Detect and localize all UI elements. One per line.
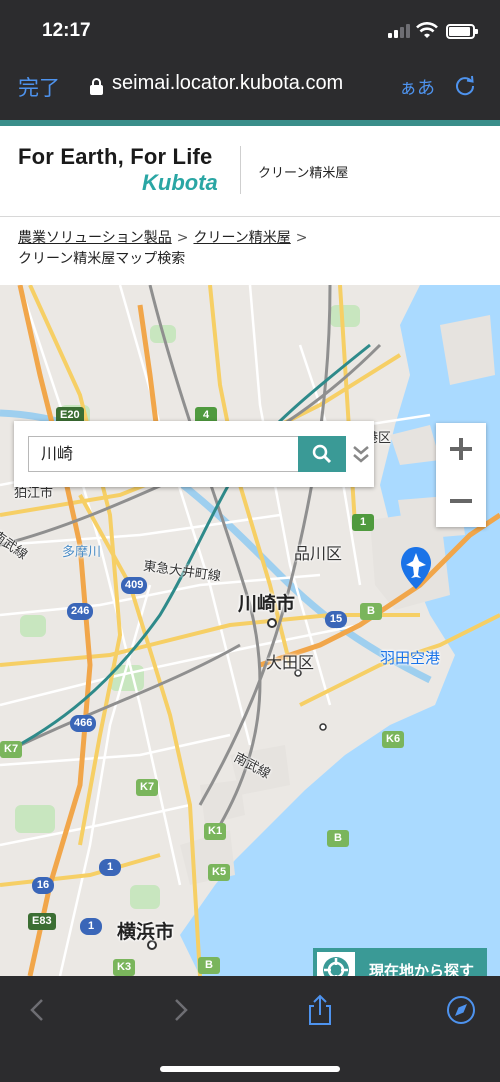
- zoom-controls: [436, 423, 486, 527]
- map-search-panel: 川崎: [14, 421, 374, 487]
- breadcrumb-separator: >: [295, 230, 308, 246]
- route-shield: K7: [0, 741, 23, 758]
- breadcrumb-current: クリーン精米屋マップ検索: [18, 251, 186, 267]
- share-icon[interactable]: [300, 994, 340, 1026]
- map-label-kawasaki: 川崎市: [238, 593, 296, 615]
- route-shield: 409: [121, 577, 148, 594]
- crosshair-icon: [323, 957, 349, 976]
- brand-slogan: For Earth, For Life: [18, 144, 213, 169]
- done-button[interactable]: 完了: [18, 72, 60, 102]
- url-text[interactable]: seimai.locator.kubota.com: [112, 72, 343, 95]
- compass-icon[interactable]: [441, 994, 481, 1026]
- search-input[interactable]: 川崎: [28, 436, 298, 472]
- status-time: 12:17: [42, 20, 91, 41]
- crosshair-icon-wrap: [317, 952, 355, 976]
- browser-address-bar: 完了 seimai.locator.kubota.com ぁあ: [0, 60, 500, 120]
- route-shield: K3: [113, 959, 136, 976]
- map-label-shinagawa: 品川区: [294, 544, 343, 563]
- route-shield: 466: [70, 715, 97, 732]
- route-shield: 1: [352, 514, 374, 531]
- route-shield: 16: [32, 877, 54, 894]
- search-icon: [312, 444, 332, 464]
- route-shield: 1: [80, 918, 102, 935]
- locate-current-position-button[interactable]: 現在地から探す: [313, 948, 487, 976]
- breadcrumb-link-seimaiya[interactable]: クリーン精米屋: [193, 230, 290, 246]
- header-subtitle: クリーン精米屋: [258, 166, 349, 181]
- route-shield: E83: [28, 913, 56, 930]
- map-label-yokohama: 横浜市: [117, 921, 175, 943]
- header-accent-strip: [0, 120, 500, 126]
- breadcrumb: 農業ソリューション製品 > クリーン精米屋 >: [18, 228, 313, 248]
- browser-toolbar: [0, 976, 500, 1082]
- battery-icon: [446, 24, 478, 39]
- search-button[interactable]: [298, 436, 346, 472]
- route-shield: 15: [325, 611, 347, 628]
- chevron-right-icon[interactable]: [160, 994, 200, 1026]
- chevron-double-down-icon[interactable]: [352, 441, 370, 469]
- route-shield: B: [327, 830, 349, 847]
- reload-icon[interactable]: [454, 74, 476, 96]
- locate-label: 現在地から探す: [369, 962, 475, 976]
- chevron-left-icon[interactable]: [18, 994, 58, 1026]
- cellular-signal-icon: [388, 24, 410, 38]
- breadcrumb-separator: >: [176, 230, 189, 246]
- web-page: For Earth, For Life Kubota クリーン精米屋 農業ソリュ…: [0, 120, 500, 976]
- header-divider: [240, 146, 241, 194]
- home-indicator: [160, 1066, 340, 1072]
- route-shield: K5: [208, 864, 231, 881]
- wifi-icon: [416, 22, 438, 38]
- map-label-haneda: 羽田空港: [380, 649, 441, 667]
- zoom-in-button[interactable]: [436, 423, 486, 475]
- map-view[interactable]: 川崎市 横浜市 大田区 品川区 狛江市 羽田空港 東急大井町線 南武線 南武線 …: [0, 285, 500, 976]
- kubota-logo[interactable]: Kubota: [142, 170, 218, 196]
- route-shield: 246: [67, 603, 94, 620]
- route-shield: K7: [136, 779, 159, 796]
- route-shield: 1: [99, 859, 121, 876]
- text-size-button[interactable]: ぁあ: [399, 74, 435, 100]
- status-bar: 12:17: [0, 0, 500, 60]
- route-shield: K1: [204, 823, 227, 840]
- zoom-out-button[interactable]: [436, 475, 486, 527]
- route-shield: B: [198, 957, 220, 974]
- breadcrumb-link-products[interactable]: 農業ソリューション製品: [18, 230, 172, 246]
- map-base: [0, 285, 500, 976]
- lock-icon: [90, 78, 103, 95]
- map-label-tamagawa: 多摩川: [62, 545, 102, 560]
- route-shield: K6: [382, 731, 405, 748]
- route-shield: B: [360, 603, 382, 620]
- header-bottom-border: [0, 216, 500, 217]
- map-label-ota: 大田区: [266, 653, 315, 672]
